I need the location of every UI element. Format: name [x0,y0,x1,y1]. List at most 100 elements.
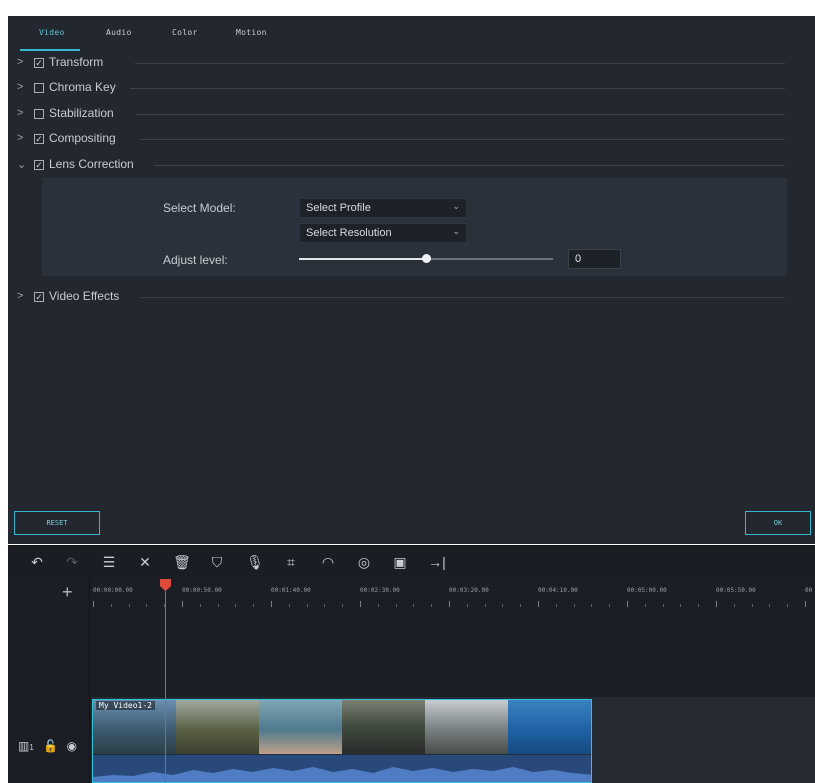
tab-color[interactable]: Color [172,28,198,37]
resolution-dropdown[interactable]: Select Resolution ⌄ [299,223,467,243]
undo-icon[interactable]: ↶ [28,554,46,571]
reset-button[interactable]: RESET [14,511,100,535]
tick-minor [787,604,789,607]
chevron-down-icon[interactable]: ⌄ [17,158,26,171]
tick-major [182,601,183,607]
tick-minor [146,604,148,607]
tick-minor [466,604,468,607]
clip-frame [176,700,259,754]
tick-label: 00:05:00.00 [627,587,667,594]
eye-icon[interactable]: ◉ [66,739,76,753]
lock-icon[interactable]: 🔓 [43,739,58,753]
section-lens-correction[interactable]: ⌄ ✓ Lens Correction [10,154,785,176]
cut-icon[interactable]: ✕ [136,554,154,571]
section-label: Video Effects [49,289,120,303]
tick-minor [377,604,379,607]
tab-audio[interactable]: Audio [106,28,132,37]
tick-minor [609,604,611,607]
tick-minor [680,604,682,607]
tick-minor [413,604,415,607]
record-voice-icon[interactable]: 🎙 [246,554,264,571]
section-chroma-key[interactable]: > Chroma Key [10,77,785,99]
section-label: Transform [49,55,104,69]
screen-icon[interactable]: ▣ [391,554,409,571]
tick-minor [128,604,130,607]
tick-minor [235,604,237,607]
tab-motion[interactable]: Motion [236,28,267,37]
tick-label: 00:04:10.00 [538,587,578,594]
crop-icon[interactable]: ⌗ [282,554,300,571]
tick-label: 00:02:30.00 [360,587,400,594]
marker-icon[interactable]: ⛉ [208,554,226,571]
tick-major [716,601,717,607]
timeline-area: + ▥1 🔓 ◉ 00:00:00.00 00:00:50.00 00:01:40.… [8,579,815,783]
chevron-right-icon[interactable]: > [17,56,23,68]
empty-track-lane[interactable] [91,619,815,697]
section-checkbox[interactable] [34,83,44,93]
playhead-line [165,579,166,783]
section-checkbox[interactable] [34,109,44,119]
tick-minor [733,604,735,607]
chevron-right-icon[interactable]: > [17,107,23,119]
video-clip[interactable]: My Video1-2 [92,699,592,783]
chevron-right-icon[interactable]: > [17,290,23,302]
tick-minor [662,604,664,607]
section-checkbox[interactable]: ✓ [34,160,44,170]
audio-waveform [93,755,591,782]
tick-minor [342,604,344,607]
section-checkbox[interactable]: ✓ [34,58,44,68]
section-checkbox[interactable]: ✓ [34,292,44,302]
clip-frame [425,700,508,754]
tick-minor [253,604,255,607]
add-track-icon[interactable]: + [62,582,73,603]
slider-thumb[interactable] [422,254,431,263]
tick-label: 00:00:50.00 [182,587,222,594]
section-compositing[interactable]: > ✓ Compositing [10,128,785,150]
ok-button[interactable]: OK [745,511,811,535]
resolution-dropdown-value: Select Resolution [306,227,392,239]
section-divider [141,297,785,298]
video-track-controls: ▥1 🔓 ◉ [18,739,77,753]
section-checkbox[interactable]: ✓ [34,134,44,144]
color-icon[interactable]: ◎ [355,554,373,571]
tick-major [93,601,94,607]
film-track-icon: ▥ [18,739,30,753]
speed-icon[interactable]: ◠ [319,554,337,571]
section-divider [136,114,785,115]
section-label: Stabilization [49,106,114,120]
section-divider [135,63,785,64]
editor-window: Video Audio Color Motion > ✓ Transform > Chr… [0,0,815,783]
tick-label: 00:03:20.00 [449,587,489,594]
adjust-level-slider[interactable] [299,254,553,263]
tick-minor [555,604,557,607]
section-transform[interactable]: > ✓ Transform [10,52,785,74]
tick-minor [288,604,290,607]
section-stabilization[interactable]: > Stabilization [10,103,785,125]
adjust-level-input[interactable]: 0 [568,249,621,269]
clip-frame [259,700,342,754]
chevron-right-icon[interactable]: > [17,81,23,93]
tick-minor [324,604,326,607]
section-divider [140,139,785,140]
video-track-lane[interactable]: My Video1-2 [91,697,815,783]
section-label: Lens Correction [49,157,134,171]
profile-dropdown[interactable]: Select Profile ⌄ [299,198,467,218]
delete-icon[interactable]: 🗑 [173,554,191,571]
redo-icon[interactable]: ↷ [63,554,81,571]
section-video-effects[interactable]: > ✓ Video Effects [10,286,785,308]
adjust-level-label: Adjust level: [163,253,228,267]
tick-minor [306,604,308,607]
chevron-right-icon[interactable]: > [17,132,23,144]
export-icon[interactable]: →| [428,554,446,570]
slider-fill [299,258,426,260]
tab-video[interactable]: Video [39,28,65,37]
adjust-icon[interactable]: ☰ [100,554,118,571]
tick-minor [591,604,593,607]
section-divider [130,88,785,89]
tick-minor [573,604,575,607]
tick-minor [769,604,771,607]
tick-minor [698,604,700,607]
time-ruler[interactable]: 00:00:00.00 00:00:50.00 00:01:40.00 00:02:3… [91,579,815,619]
clip-frame [508,700,591,754]
tick-major [271,601,272,607]
